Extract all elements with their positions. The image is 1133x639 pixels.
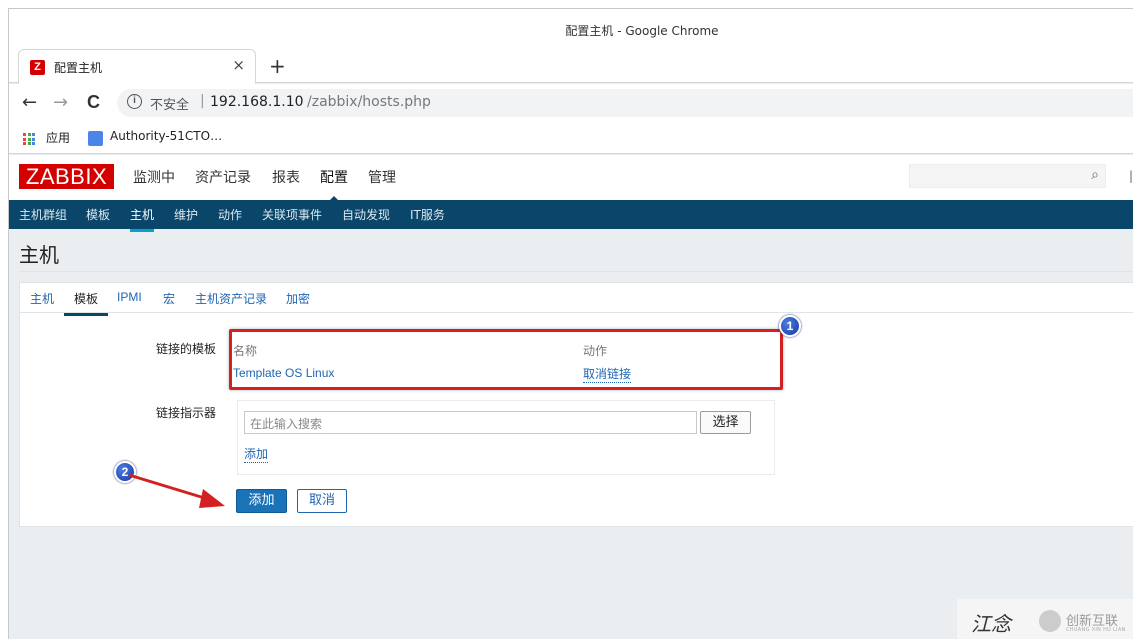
- add-button[interactable]: 添加: [236, 489, 287, 513]
- subnav-host-groups[interactable]: 主机群组: [19, 206, 67, 223]
- browser-window: 配置主机 - Google Chrome Z 配置主机 × + ← → C i …: [8, 8, 1133, 639]
- zabbix-logo[interactable]: ZABBIX: [19, 164, 114, 189]
- link-indicator-label: 链接指示器: [155, 406, 216, 420]
- menu-inventory[interactable]: 资产记录: [195, 167, 251, 187]
- tab-title: 配置主机: [54, 61, 103, 75]
- link-indicator-box: 在此输入搜索 选择 添加: [237, 400, 775, 475]
- menu-monitoring[interactable]: 监测中: [133, 167, 175, 187]
- title-bar: 配置主机 - Google Chrome: [9, 9, 1133, 49]
- reload-icon[interactable]: C: [87, 92, 100, 113]
- brand-pinyin: CHUANG XIN HU LIAN: [1066, 627, 1126, 633]
- add-link-button[interactable]: 添加: [244, 445, 269, 463]
- tab-inventory[interactable]: 主机资产记录: [195, 290, 267, 307]
- bookmark-apps[interactable]: 应用: [46, 129, 70, 146]
- back-arrow-icon[interactable]: ←: [22, 92, 37, 113]
- tab-strip: Z 配置主机 × +: [9, 49, 1133, 84]
- zabbix-favicon-icon: Z: [30, 60, 45, 75]
- menu-configuration[interactable]: 配置: [320, 167, 348, 202]
- info-icon[interactable]: i: [127, 94, 142, 109]
- bookmarks-bar: 应用 Authority-51CTO…: [9, 122, 1133, 154]
- sub-navigation: 主机群组 模板 主机 维护 动作 关联项事件 自动发现 IT服务: [9, 200, 1133, 232]
- brand-logo-icon: [1039, 610, 1061, 632]
- subnav-hosts[interactable]: 主机: [130, 206, 155, 232]
- select-button[interactable]: 选择: [700, 411, 751, 434]
- subnav-it-services[interactable]: IT服务: [410, 206, 445, 223]
- menu-reports[interactable]: 报表: [272, 167, 300, 187]
- tab-ipmi[interactable]: IPMI: [117, 290, 142, 304]
- page-title: 主机: [19, 243, 59, 267]
- browser-tab[interactable]: Z 配置主机 ×: [18, 49, 256, 84]
- new-tab-button[interactable]: +: [269, 54, 286, 78]
- url-path: /zabbix/hosts.php: [307, 94, 431, 110]
- forward-arrow-icon[interactable]: →: [53, 92, 68, 113]
- watermark-text: 江念: [971, 612, 1011, 636]
- omnibox[interactable]: i 不安全 | 192.168.1.10 /zabbix/hosts.php: [117, 89, 1133, 117]
- url-host: 192.168.1.10: [210, 94, 304, 110]
- subnav-templates[interactable]: 模板: [86, 206, 110, 223]
- subnav-actions[interactable]: 动作: [218, 206, 242, 223]
- bookmark-feather-icon: [88, 131, 103, 146]
- header-edge-marker: |: [1128, 169, 1133, 183]
- cancel-button[interactable]: 取消: [297, 489, 347, 513]
- tab-host[interactable]: 主机: [30, 290, 54, 307]
- search-icon[interactable]: ⌕: [1091, 167, 1099, 183]
- highlight-box: [229, 329, 783, 390]
- subnav-maintenance[interactable]: 维护: [174, 206, 198, 223]
- tab-templates[interactable]: 模板: [63, 290, 109, 316]
- subnav-discovery[interactable]: 自动发现: [342, 206, 390, 223]
- global-search-input[interactable]: ⌕: [909, 164, 1106, 188]
- template-search-input[interactable]: 在此输入搜索: [244, 411, 697, 434]
- title-divider: [19, 271, 1133, 272]
- watermark: 江念 创新互联 CHUANG XIN HU LIAN: [957, 599, 1133, 639]
- menu-administration[interactable]: 管理: [368, 167, 396, 187]
- annotation-arrow-icon: [128, 473, 225, 508]
- zabbix-header: ZABBIX 监测中 资产记录 报表 配置 管理 ⌕ |: [9, 155, 1133, 202]
- bookmark-authority[interactable]: Authority-51CTO…: [110, 129, 222, 143]
- tab-macros[interactable]: 宏: [163, 290, 175, 307]
- annotation-badge-1: 1: [779, 315, 801, 337]
- form-tabs: 主机 模板 IPMI 宏 主机资产记录 加密: [20, 283, 1133, 316]
- tab-encryption[interactable]: 加密: [286, 290, 310, 307]
- linked-templates-label: 链接的模板: [155, 342, 216, 356]
- address-bar: ← → C i 不安全 | 192.168.1.10 /zabbix/hosts…: [9, 84, 1133, 122]
- apps-grid-icon[interactable]: [23, 133, 35, 145]
- tab-close-icon[interactable]: ×: [232, 56, 245, 74]
- security-label: 不安全: [150, 98, 190, 113]
- window-title: 配置主机 - Google Chrome: [565, 24, 719, 38]
- address-separator: |: [200, 93, 205, 109]
- subnav-correlation[interactable]: 关联项事件: [262, 206, 322, 223]
